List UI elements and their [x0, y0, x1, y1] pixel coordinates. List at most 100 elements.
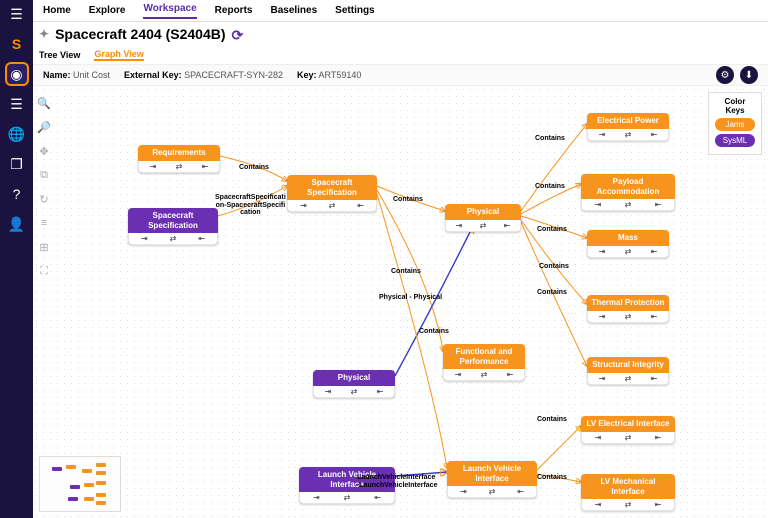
layers-icon[interactable]: ❐: [7, 154, 27, 174]
node-ports: ⇥⇄⇤: [445, 220, 521, 232]
node-scspec_p[interactable]: Spacecraft Specification⇥⇄⇤: [128, 208, 218, 245]
zoom-in-icon[interactable]: 🔍: [37, 96, 51, 110]
title-bar: ✦ Spacecraft 2404 (S2404B) ⟳: [33, 22, 768, 46]
edge-label: Contains: [537, 416, 567, 423]
meta-key-label: Key:: [297, 70, 317, 80]
legend-chip-jams[interactable]: Jams: [715, 118, 755, 131]
legend-title: Color Keys: [715, 97, 755, 115]
copy-icon[interactable]: ⧉: [37, 168, 51, 182]
node-struct[interactable]: Structural Integrity⇥⇄⇤: [587, 357, 669, 385]
edge-label: Physical - Physical: [379, 294, 442, 301]
node-label: Functional and Performance: [443, 344, 525, 369]
node-ports: ⇥⇄⇤: [581, 199, 675, 211]
tab-workspace[interactable]: Workspace: [143, 3, 196, 19]
node-ports: ⇥⇄⇤: [138, 161, 220, 173]
node-label: Payload Accommodation: [581, 174, 675, 199]
node-physical_p[interactable]: Physical⇥⇄⇤: [313, 370, 395, 398]
node-ports: ⇥⇄⇤: [287, 200, 377, 212]
node-funcperf[interactable]: Functional and Performance⇥⇄⇤: [443, 344, 525, 381]
fit-icon[interactable]: ⛶: [37, 264, 51, 278]
meta-extkey: SPACECRAFT-SYN-282: [184, 70, 283, 80]
node-label: Spacecraft Specification: [287, 175, 377, 200]
node-req[interactable]: Requirements⇥⇄⇤: [138, 145, 220, 173]
edge-label: Contains: [393, 196, 423, 203]
zoom-out-icon[interactable]: 🔎: [37, 120, 51, 134]
node-label: Structural Integrity: [587, 357, 669, 373]
view-tree[interactable]: Tree View: [39, 50, 80, 60]
node-ports: ⇥⇄⇤: [587, 311, 669, 323]
edge-label: Contains: [419, 328, 449, 335]
node-label: Electrical Power: [587, 113, 669, 129]
node-ports: ⇥⇄⇤: [128, 233, 218, 245]
node-ports: ⇥⇄⇤: [581, 432, 675, 444]
node-lvelec[interactable]: LV Electrical Interface⇥⇄⇤: [581, 416, 675, 444]
node-physical_o[interactable]: Physical⇥⇄⇤: [445, 204, 521, 232]
node-elec[interactable]: Electrical Power⇥⇄⇤: [587, 113, 669, 141]
meta-name-label: Name:: [43, 70, 71, 80]
node-label: LV Mechanical Interface: [581, 474, 675, 499]
minimap[interactable]: [39, 456, 121, 512]
node-payload[interactable]: Payload Accommodation⇥⇄⇤: [581, 174, 675, 211]
edge-label: Contains: [537, 226, 567, 233]
node-lvi_o[interactable]: Launch Vehicle Interface⇥⇄⇤: [447, 461, 537, 498]
tab-explore[interactable]: Explore: [89, 5, 126, 16]
node-lvmech[interactable]: LV Mechanical Interface⇥⇄⇤: [581, 474, 675, 511]
graph-canvas[interactable]: 🔍 🔎 ✥ ⧉ ↻ ≡ ⊞ ⛶: [33, 86, 768, 518]
globe-icon[interactable]: 🌐: [7, 124, 27, 144]
node-ports: ⇥⇄⇤: [587, 129, 669, 141]
layout-icon[interactable]: ≡: [37, 216, 51, 230]
node-ports: ⇥⇄⇤: [581, 499, 675, 511]
edge-label: Contains: [537, 289, 567, 296]
tool-strip: 🔍 🔎 ✥ ⧉ ↻ ≡ ⊞ ⛶: [37, 96, 51, 278]
sparkle-icon: ✦: [39, 27, 49, 41]
meta-bar: Name: Unit Cost External Key: SPACECRAFT…: [33, 64, 768, 86]
refresh-icon[interactable]: ⟳: [232, 27, 246, 41]
node-ports: ⇥⇄⇤: [587, 373, 669, 385]
grid-icon[interactable]: ⊞: [37, 240, 51, 254]
node-label: Launch Vehicle Interface: [447, 461, 537, 486]
node-label: LV Electrical Interface: [581, 416, 675, 432]
meta-name: Unit Cost: [73, 70, 110, 80]
top-nav: Home Explore Workspace Reports Baselines…: [33, 0, 768, 22]
node-label: Spacecraft Specification: [128, 208, 218, 233]
edge-label: Contains: [391, 268, 421, 275]
edge-label: Contains: [535, 135, 565, 142]
tab-settings[interactable]: Settings: [335, 5, 374, 16]
node-thermal[interactable]: Thermal Protection⇥⇄⇤: [587, 295, 669, 323]
target-icon[interactable]: ◉: [7, 64, 27, 84]
legend-chip-sysml[interactable]: SysML: [715, 134, 755, 147]
tab-baselines[interactable]: Baselines: [270, 5, 317, 16]
left-rail: ☰ S ◉ ☰ 🌐 ❐ ? 👤: [0, 0, 33, 518]
tab-home[interactable]: Home: [43, 5, 71, 16]
edge-label: Contains: [537, 474, 567, 481]
tab-reports[interactable]: Reports: [215, 5, 253, 16]
logo-icon[interactable]: S: [7, 34, 27, 54]
node-ports: ⇥⇄⇤: [447, 486, 537, 498]
node-ports: ⇥⇄⇤: [313, 386, 395, 398]
edge-label: SpacecraftSpecificati on-SpacecraftSpeci…: [215, 194, 286, 217]
node-mass[interactable]: Mass⇥⇄⇤: [587, 230, 669, 258]
node-scspec_o[interactable]: Spacecraft Specification⇥⇄⇤: [287, 175, 377, 212]
node-ports: ⇥⇄⇤: [299, 492, 395, 504]
pan-icon[interactable]: ✥: [37, 144, 51, 158]
settings-button[interactable]: ⚙: [716, 66, 734, 84]
node-label: Thermal Protection: [587, 295, 669, 311]
user-icon[interactable]: 👤: [7, 214, 27, 234]
edge-label: LaunchVehicleInterface - LaunchVehicleIn…: [355, 474, 437, 489]
view-graph[interactable]: Graph View: [94, 49, 143, 61]
edge-label: Contains: [539, 263, 569, 270]
edge-label: Contains: [535, 183, 565, 190]
node-ports: ⇥⇄⇤: [587, 246, 669, 258]
list-icon[interactable]: ☰: [7, 94, 27, 114]
page-title: Spacecraft 2404 (S2404B): [55, 26, 225, 42]
node-ports: ⇥⇄⇤: [443, 369, 525, 381]
menu-icon[interactable]: ☰: [7, 4, 27, 24]
reload-icon[interactable]: ↻: [37, 192, 51, 206]
main: Home Explore Workspace Reports Baselines…: [33, 0, 768, 518]
edge-label: Contains: [239, 164, 269, 171]
download-button[interactable]: ⬇: [740, 66, 758, 84]
node-label: Physical: [313, 370, 395, 386]
help-icon[interactable]: ?: [7, 184, 27, 204]
gear-icon: ⚙: [721, 70, 730, 81]
legend: Color Keys Jams SysML: [708, 92, 762, 155]
